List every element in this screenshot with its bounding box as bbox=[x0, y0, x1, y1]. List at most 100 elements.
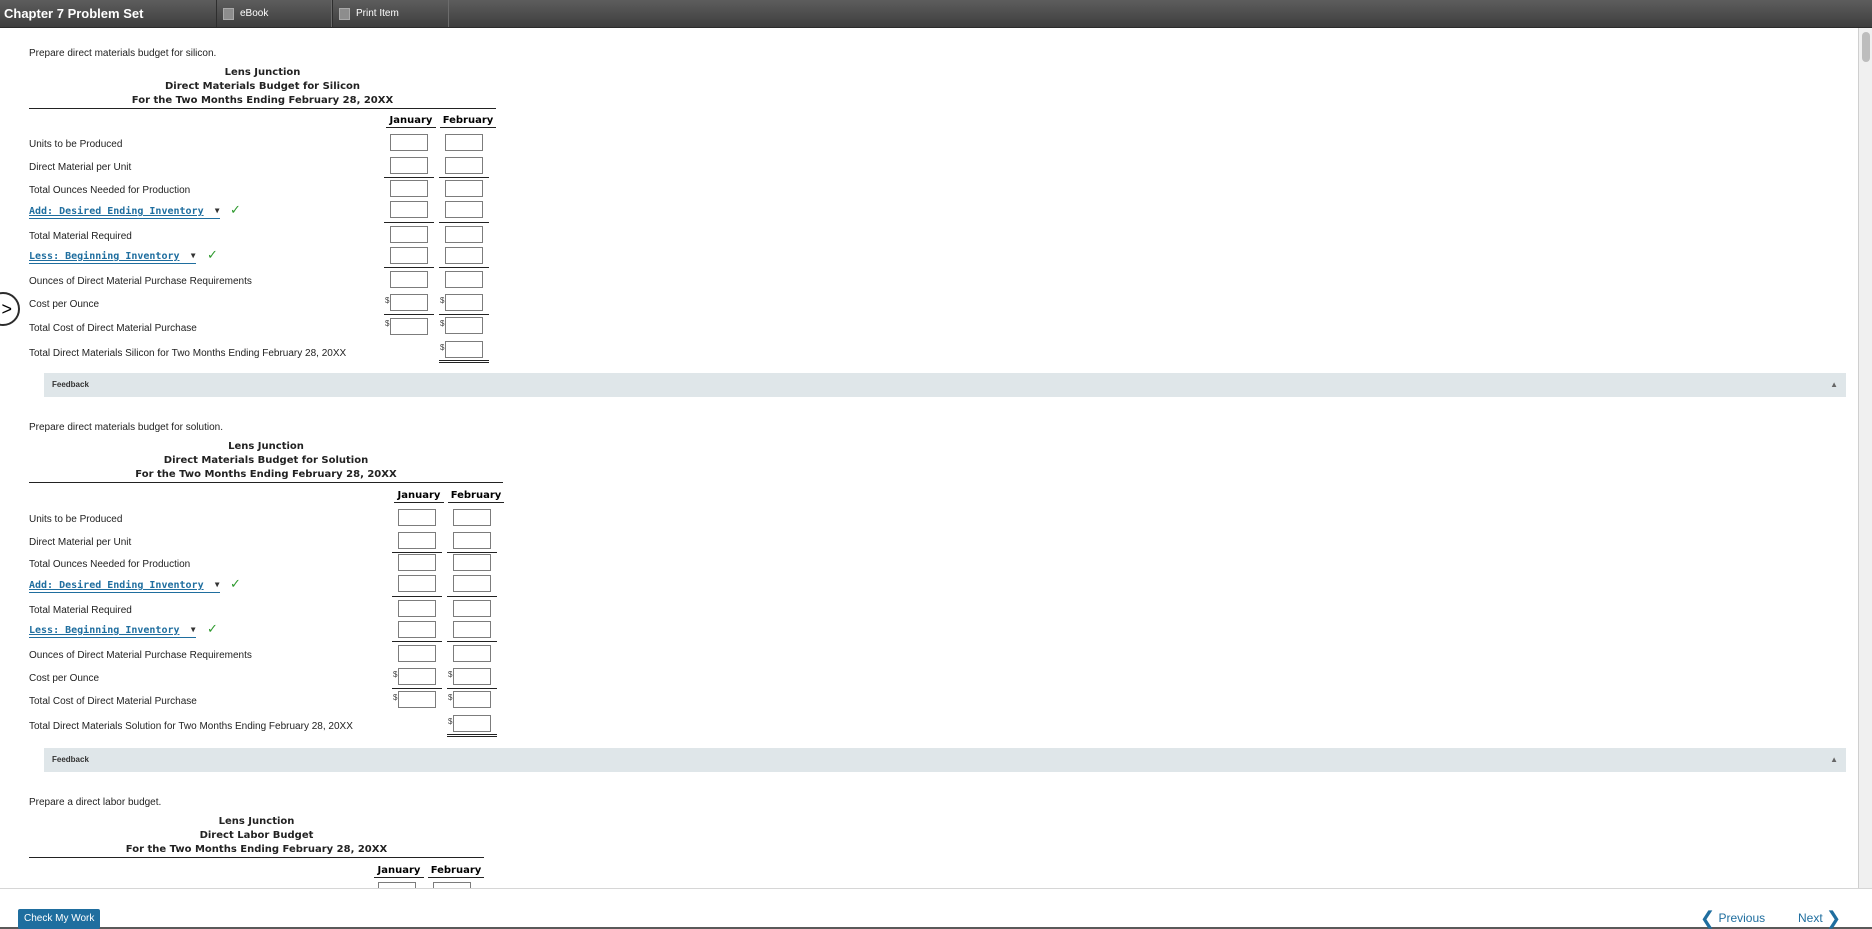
check-my-work-button[interactable]: Check My Work bbox=[18, 909, 101, 929]
feedback-panel[interactable]: Feedback ▲ bbox=[44, 373, 1846, 397]
input-january-beginning-inventory[interactable] bbox=[390, 247, 428, 264]
input-grand-total-solution[interactable] bbox=[453, 715, 491, 732]
input-january-dm-per-unit[interactable] bbox=[398, 532, 436, 549]
input-january-cost-per-ounce[interactable] bbox=[390, 294, 428, 311]
ebook-tab[interactable]: eBook bbox=[216, 0, 332, 27]
app-title: Chapter 7 Problem Set bbox=[4, 6, 144, 21]
company-name: Lens Junction bbox=[218, 816, 295, 827]
input-february-beginning-inventory[interactable] bbox=[445, 247, 483, 264]
underline bbox=[384, 222, 434, 223]
input-february-total-material-required[interactable] bbox=[445, 226, 483, 243]
input-january-ounces-purchase[interactable] bbox=[398, 645, 436, 662]
budget-period: For the Two Months Ending February 28, 2… bbox=[125, 844, 388, 855]
input-january-beginning-inventory[interactable] bbox=[398, 621, 436, 638]
budget-header: Lens Junction Direct Materials Budget fo… bbox=[29, 440, 503, 483]
feedback-label: Feedback bbox=[52, 380, 89, 389]
row-total-ounces-needed: Total Ounces Needed for Production bbox=[29, 185, 191, 196]
scrollbar-thumb[interactable] bbox=[1862, 32, 1870, 62]
problem-content: Prepare direct materials budget for sili… bbox=[0, 28, 1858, 888]
feedback-panel[interactable]: Feedback ▲ bbox=[44, 748, 1846, 772]
row-cost-per-ounce: Cost per Ounce bbox=[29, 673, 100, 684]
feedback-label: Feedback bbox=[52, 755, 89, 764]
underline bbox=[447, 688, 497, 689]
double-underline bbox=[439, 360, 489, 363]
check-icon: ✓ bbox=[207, 621, 218, 636]
budget-title: Direct Labor Budget bbox=[199, 830, 314, 841]
column-header-february: February bbox=[428, 865, 484, 878]
chevron-right-icon: ❯ bbox=[1826, 908, 1842, 928]
check-icon: ✓ bbox=[207, 247, 218, 262]
previous-label: Previous bbox=[1718, 911, 1766, 925]
input-january-cost-per-ounce[interactable] bbox=[398, 668, 436, 685]
input-january-desired-ending-inventory[interactable] bbox=[398, 575, 436, 592]
select-add-desired-ending-inventory[interactable]: Add: Desired Ending Inventory ▼ bbox=[29, 580, 220, 593]
input-january-desired-ending-inventory[interactable] bbox=[390, 201, 428, 218]
row-grand-total-solution: Total Direct Materials Solution for Two … bbox=[29, 721, 353, 732]
input-grand-total-silicon[interactable] bbox=[445, 341, 483, 358]
underline bbox=[392, 688, 442, 689]
budget-header: Lens Junction Direct Labor Budget For th… bbox=[29, 815, 484, 858]
input-february-total-cost[interactable] bbox=[445, 317, 483, 334]
next-button[interactable]: Next ❯ bbox=[1798, 908, 1841, 928]
input-february-beginning-inventory[interactable] bbox=[453, 621, 491, 638]
caret-up-icon: ▲ bbox=[1830, 755, 1838, 764]
input-february-ounces-purchase[interactable] bbox=[445, 271, 483, 288]
footer-bar: Check My Work ❮ Previous Next ❯ bbox=[0, 888, 1872, 929]
input-february-desired-ending-inventory[interactable] bbox=[445, 201, 483, 218]
input-february-cost-per-ounce[interactable] bbox=[445, 294, 483, 311]
underline bbox=[392, 552, 442, 553]
check-icon: ✓ bbox=[230, 576, 241, 591]
underline bbox=[447, 641, 497, 642]
select-less-beginning-inventory[interactable]: Less: Beginning Inventory ▼ bbox=[29, 625, 196, 638]
input-january-total-ounces[interactable] bbox=[390, 180, 428, 197]
book-icon bbox=[223, 7, 234, 20]
input-february-dm-per-unit[interactable] bbox=[445, 157, 483, 174]
select-add-desired-ending-inventory[interactable]: Add: Desired Ending Inventory ▼ bbox=[29, 206, 220, 219]
chevron-right-icon[interactable]: > bbox=[0, 292, 20, 326]
dollar-sign: $ bbox=[448, 693, 453, 702]
input-january-total-material-required[interactable] bbox=[390, 226, 428, 243]
input-february-dm-per-unit[interactable] bbox=[453, 532, 491, 549]
input-february-total-material-required[interactable] bbox=[453, 600, 491, 617]
input-february-total-ounces[interactable] bbox=[453, 554, 491, 571]
underline bbox=[392, 596, 442, 597]
input-january-units[interactable] bbox=[390, 134, 428, 151]
select-less-beginning-inventory[interactable]: Less: Beginning Inventory ▼ bbox=[29, 251, 196, 264]
input-february-total-cost[interactable] bbox=[453, 691, 491, 708]
input-february-total-ounces[interactable] bbox=[445, 180, 483, 197]
budget-period: For the Two Months Ending February 28, 2… bbox=[131, 95, 394, 106]
input-january-total-cost[interactable] bbox=[398, 691, 436, 708]
input-january-total-ounces[interactable] bbox=[398, 554, 436, 571]
input-january-dm-per-unit[interactable] bbox=[390, 157, 428, 174]
input-february-desired-ending-inventory[interactable] bbox=[453, 575, 491, 592]
select-value: Less: Beginning Inventory bbox=[29, 625, 180, 636]
input-january-ounces-purchase[interactable] bbox=[390, 271, 428, 288]
dollar-sign: $ bbox=[393, 670, 398, 679]
budget-table-direct-labor: Lens Junction Direct Labor Budget For th… bbox=[29, 815, 484, 888]
check-icon: ✓ bbox=[230, 202, 241, 217]
row-cost-per-ounce: Cost per Ounce bbox=[29, 299, 100, 310]
underline bbox=[447, 552, 497, 553]
input-february-cost-per-ounce[interactable] bbox=[453, 668, 491, 685]
chevron-left-icon: ❮ bbox=[1700, 908, 1716, 928]
row-ounces-purchase-requirements: Ounces of Direct Material Purchase Requi… bbox=[29, 650, 252, 661]
section-prompt: Prepare a direct labor budget. bbox=[29, 797, 162, 808]
underline bbox=[392, 641, 442, 642]
section-prompt: Prepare direct materials budget for solu… bbox=[29, 422, 223, 433]
dollar-sign: $ bbox=[385, 319, 390, 328]
print-label: Print Item bbox=[356, 8, 399, 19]
input-january-units[interactable] bbox=[398, 509, 436, 526]
input-february-ounces-purchase[interactable] bbox=[453, 645, 491, 662]
input-january-total-material-required[interactable] bbox=[398, 600, 436, 617]
scrollbar[interactable] bbox=[1858, 28, 1872, 888]
row-total-cost-of-purchase: Total Cost of Direct Material Purchase bbox=[29, 323, 197, 334]
input-january-total-cost[interactable] bbox=[390, 318, 428, 335]
row-units-to-be-produced: Units to be Produced bbox=[29, 514, 123, 525]
caret-up-icon: ▲ bbox=[1830, 380, 1838, 389]
budget-title: Direct Materials Budget for Silicon bbox=[165, 81, 360, 92]
select-value: Add: Desired Ending Inventory bbox=[29, 206, 204, 217]
input-february-units[interactable] bbox=[453, 509, 491, 526]
previous-button[interactable]: ❮ Previous bbox=[1700, 908, 1765, 928]
input-february-units[interactable] bbox=[445, 134, 483, 151]
print-item-tab[interactable]: Print Item bbox=[332, 0, 449, 27]
